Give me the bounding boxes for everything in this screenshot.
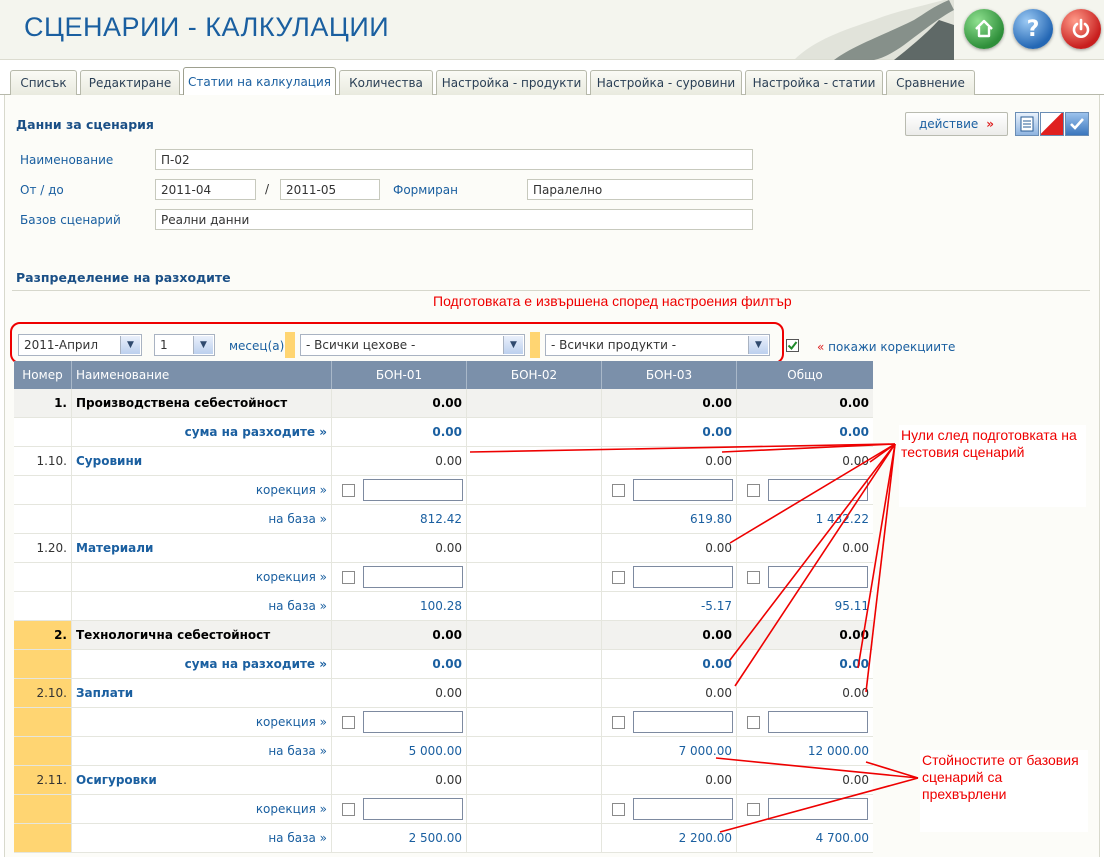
base-values-annotation: Стойностите от базовия сценарий са прехв… [920, 750, 1088, 832]
zeros-annotation: Нули след подготовката на тестовия сцена… [899, 425, 1086, 507]
